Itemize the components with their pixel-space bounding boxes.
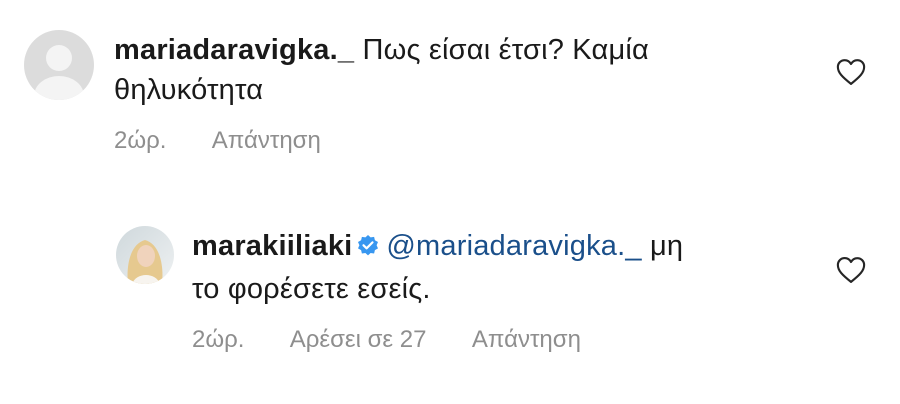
reply-button[interactable]: Απάντηση (212, 127, 321, 154)
avatar[interactable] (116, 226, 174, 284)
comment-meta: 2ώρ. Απάντηση (114, 127, 361, 155)
comment-text-line2: θηλυκότητα (114, 74, 264, 106)
comment-text-line1: Πως είσαι έτσι? Καμία (362, 34, 649, 66)
profile-photo-icon (116, 226, 174, 284)
comment-time: 2ώρ. (114, 127, 167, 154)
reply-button[interactable]: Απάντηση (472, 326, 581, 353)
comment-text: mariadaravigka._ Πως είσαι έτσι? Καμία θ… (114, 30, 649, 110)
default-avatar-icon (24, 30, 94, 100)
comment-username[interactable]: mariadaravigka._ (114, 34, 354, 66)
reply-username[interactable]: marakiiliaki (192, 230, 352, 262)
reply-text-line2: το φορέσετε εσείς. (192, 273, 431, 305)
avatar[interactable] (24, 30, 94, 100)
reply-text: marakiiliaki @mariadaravigka._ μη το φορ… (192, 226, 683, 309)
reply-text-line1: μη (649, 230, 684, 262)
mention-link[interactable]: @mariadaravigka._ (386, 230, 641, 262)
reply-time: 2ώρ. (192, 326, 245, 353)
reply-meta: 2ώρ. Αρέσει σε 27 Απάντηση (192, 326, 621, 354)
heart-outline-icon[interactable] (836, 256, 866, 289)
verified-badge-icon (356, 229, 380, 269)
heart-outline-icon[interactable] (836, 58, 866, 91)
likes-count-button[interactable]: Αρέσει σε 27 (290, 326, 427, 353)
